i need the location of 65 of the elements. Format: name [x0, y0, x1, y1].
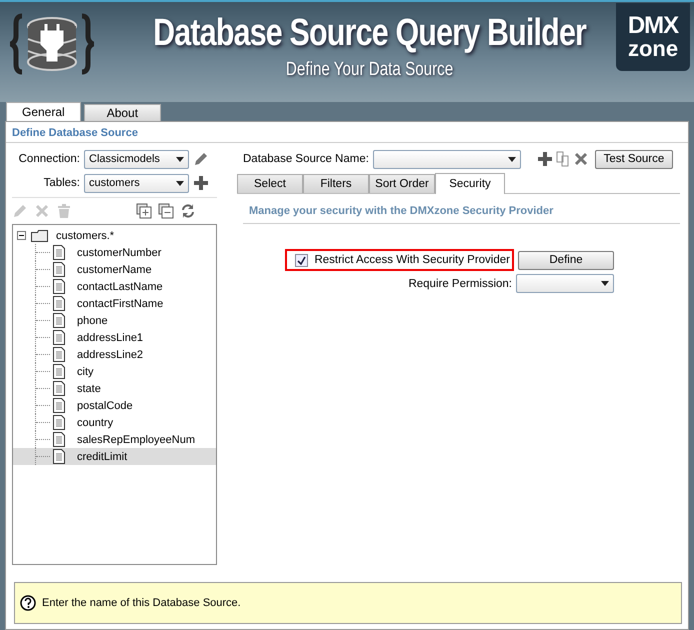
document-icon [53, 279, 65, 294]
source-name-field[interactable] [372, 150, 521, 168]
document-icon [53, 364, 65, 379]
tab[interactable]: Select [237, 174, 303, 193]
tree-item[interactable]: city [13, 363, 216, 380]
caret-icon [176, 180, 184, 186]
connection-dropdown[interactable]: Classicmodels [84, 150, 189, 168]
tab[interactable]: About [84, 104, 162, 121]
tree-item[interactable]: customers.* [56, 230, 114, 242]
refresh-icon[interactable] [180, 203, 196, 219]
brand-logo: DMX zone [616, 3, 690, 71]
document-icon [53, 398, 65, 413]
tab[interactable]: Filters [303, 174, 369, 193]
document-icon [53, 313, 65, 328]
app-title: Database Source Query Builder [154, 12, 586, 55]
tree-item[interactable]: contactLastName [13, 278, 216, 295]
plus-icon[interactable] [193, 175, 209, 191]
tree-item[interactable]: creditLimit [13, 448, 216, 465]
caret-icon [176, 156, 184, 162]
document-icon [53, 245, 65, 260]
tree-item[interactable]: phone [13, 312, 216, 329]
tree-item[interactable]: postalCode [13, 397, 216, 414]
document-icon [53, 347, 65, 362]
pencil-icon[interactable] [193, 151, 209, 167]
tree-item[interactable]: customerName [13, 261, 216, 278]
document-icon [53, 262, 65, 277]
document-icon [53, 330, 65, 345]
field-label: Database Source Name: [243, 153, 369, 165]
checkbox[interactable] [295, 254, 308, 266]
test-source-button[interactable]: Test Source [594, 150, 673, 168]
document-icon [53, 449, 65, 464]
tree-item[interactable]: country [13, 414, 216, 431]
folder-icon [31, 230, 49, 242]
tree-item[interactable]: state [13, 380, 216, 397]
collapse-icon[interactable] [158, 203, 174, 219]
close-icon[interactable] [572, 151, 589, 167]
tab[interactable]: Sort Order [369, 174, 435, 193]
field-label: Require Permission: [408, 278, 512, 290]
tree-item[interactable]: addressLine2 [13, 346, 216, 363]
database-plug-icon [10, 12, 94, 76]
expand-icon[interactable] [136, 203, 152, 219]
app-subtitle: Define Your Data Source [286, 59, 454, 81]
help-text: Enter the name of this Database Source. [42, 597, 241, 609]
tables-dropdown[interactable]: customers [84, 174, 189, 192]
tab[interactable]: General [6, 102, 81, 121]
tree-item[interactable]: customerNumber [13, 244, 216, 261]
document-icon [53, 296, 65, 311]
caret-icon [508, 156, 516, 162]
tree-item[interactable]: contactFirstName [13, 295, 216, 312]
collapse-toggle-icon[interactable] [17, 231, 26, 240]
field-label: Connection: [18, 153, 80, 165]
help-icon [20, 595, 36, 611]
tree-item[interactable]: addressLine1 [13, 329, 216, 346]
permission-dropdown[interactable] [516, 274, 614, 293]
define-button[interactable]: Define [518, 250, 614, 270]
checkbox-label: Restrict Access With Security Provider [314, 254, 510, 266]
field-label: Tables: [42, 177, 80, 189]
document-icon [53, 415, 65, 430]
document-icon [53, 432, 65, 447]
section-heading: Manage your security with the DMXzone Security Provider [243, 205, 680, 224]
tab[interactable]: Security [435, 173, 505, 194]
section-title: Define Database Source [6, 122, 688, 143]
plus-icon[interactable] [536, 151, 553, 167]
caret-icon [601, 281, 609, 286]
document-icon [53, 381, 65, 396]
